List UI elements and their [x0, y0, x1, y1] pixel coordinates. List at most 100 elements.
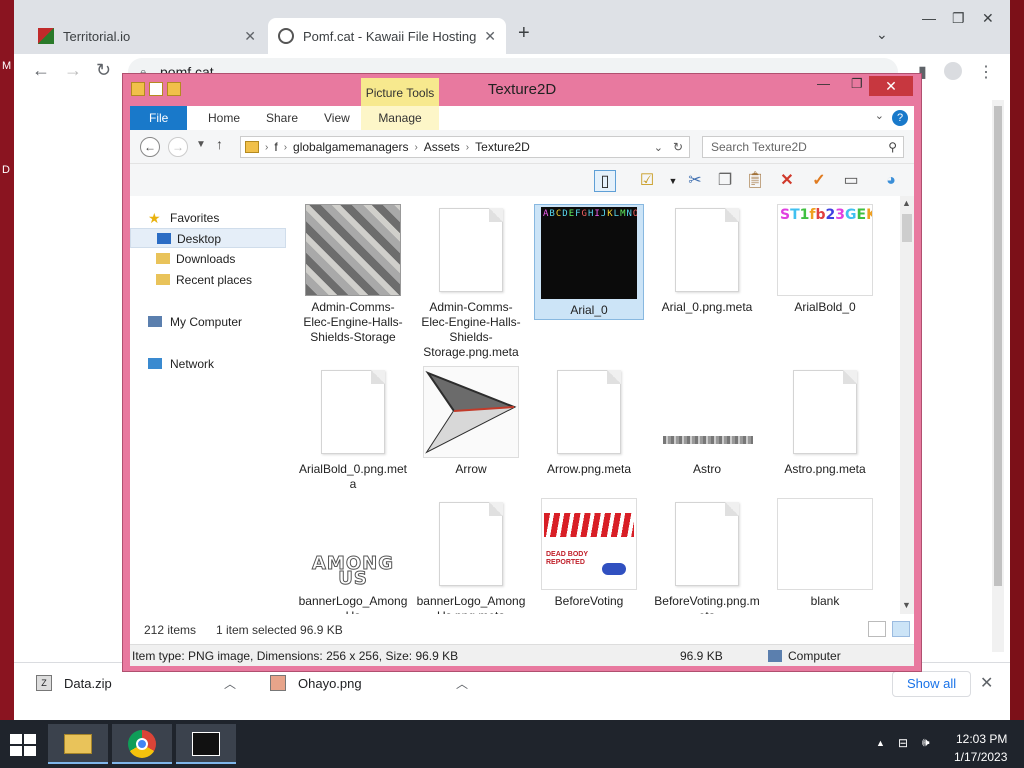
file-explorer-taskbar-button[interactable]: [48, 724, 108, 764]
tab-pomf[interactable]: Pomf.cat - Kawaii File Hosting ✕: [268, 18, 506, 54]
file-list-scrollbar[interactable]: ▲ ▼: [900, 196, 914, 614]
download-name: Data.zip: [64, 675, 112, 691]
font-atlas-thumbnail: ABCDEFGHIJKLMNOPQRSTUVWXYZabcdefghijklmn…: [541, 207, 637, 299]
reload-icon[interactable]: ↻: [96, 60, 111, 81]
details-view-icon[interactable]: [868, 621, 886, 637]
file-item[interactable]: Admin-Comms-Elec-Engine-Halls-Shields-St…: [416, 204, 526, 360]
app-taskbar-button[interactable]: [176, 724, 236, 764]
search-input[interactable]: Search Texture2D ⚲: [702, 136, 904, 158]
chrome-taskbar-button[interactable]: [112, 724, 172, 764]
close-downloads-icon[interactable]: ✕: [980, 673, 993, 693]
page-scrollbar[interactable]: [992, 100, 1004, 652]
refresh-icon[interactable]: ↻: [673, 140, 683, 154]
tab-home[interactable]: Home: [194, 106, 254, 130]
show-hidden-icons[interactable]: ▲: [876, 738, 885, 748]
close-icon[interactable]: ✕: [869, 76, 913, 96]
tab-share[interactable]: Share: [252, 106, 312, 130]
back-icon[interactable]: ←: [32, 60, 50, 81]
scroll-thumb[interactable]: [902, 214, 912, 242]
clock-time[interactable]: 12:03 PM: [956, 732, 1007, 746]
breadcrumb-item[interactable]: Texture2D: [475, 140, 530, 154]
chevron-up-icon[interactable]: ︿: [224, 675, 236, 692]
file-item[interactable]: DEAD BODY REPORTED BeforeVoting: [534, 498, 644, 609]
breadcrumb-item[interactable]: globalgamemanagers: [293, 140, 408, 154]
network-status-icon[interactable]: ⊟: [898, 736, 908, 750]
minimize-icon[interactable]: —: [817, 76, 830, 91]
new-item-icon[interactable]: ▭: [840, 170, 862, 192]
profile-avatar-icon[interactable]: [944, 62, 962, 80]
forward-icon[interactable]: →: [168, 137, 188, 157]
nav-favorites[interactable]: ★ Favorites: [130, 208, 286, 228]
forward-icon[interactable]: →: [64, 60, 82, 81]
file-item[interactable]: Astro: [652, 366, 762, 477]
file-item[interactable]: ST1fb23GEKQscnW+VXZM ArialBold_0: [770, 204, 880, 315]
tab-close-icon[interactable]: ✕: [244, 28, 256, 45]
nav-recent-places[interactable]: Recent places: [130, 270, 286, 290]
tab-search-icon[interactable]: ⌄: [876, 26, 888, 43]
file-item[interactable]: Arial_0.png.meta: [652, 204, 762, 315]
large-icons-view-icon[interactable]: [892, 621, 910, 637]
scroll-down-icon[interactable]: ▼: [902, 600, 911, 610]
minimize-icon[interactable]: —: [922, 10, 936, 26]
rename-icon[interactable]: ✓: [808, 170, 830, 192]
document-icon: [793, 370, 857, 454]
file-item[interactable]: BeforeVoting.png.meta: [652, 498, 762, 614]
properties-icon[interactable]: ☑: [636, 170, 658, 192]
show-all-button[interactable]: Show all: [892, 671, 972, 697]
chevron-down-icon[interactable]: ⌄: [654, 141, 663, 154]
address-breadcrumb[interactable]: › f › globalgamemanagers › Assets › Text…: [240, 136, 690, 158]
chevron-up-icon[interactable]: ︿: [456, 675, 468, 692]
maximize-icon[interactable]: ❐: [851, 76, 863, 92]
delete-icon[interactable]: ✕: [776, 170, 798, 192]
nav-desktop[interactable]: Desktop: [130, 228, 286, 248]
file-item[interactable]: Astro.png.meta: [770, 366, 880, 477]
file-item[interactable]: Arrow: [416, 366, 526, 477]
nav-network[interactable]: Network: [130, 354, 286, 374]
globe-icon[interactable]: ◕: [880, 170, 902, 192]
maximize-icon[interactable]: ❐: [952, 10, 965, 27]
file-item[interactable]: blank: [770, 498, 880, 609]
breadcrumb-item[interactable]: Assets: [424, 140, 460, 154]
file-item[interactable]: Arrow.png.meta: [534, 366, 644, 477]
volume-icon[interactable]: 🕪︎: [922, 735, 930, 750]
tab-file[interactable]: File: [130, 106, 188, 130]
tab-view[interactable]: View: [310, 106, 364, 130]
clock-date[interactable]: 1/17/2023: [954, 750, 1007, 764]
chevron-down-icon[interactable]: ▼: [662, 170, 684, 192]
file-item[interactable]: ArialBold_0.png.meta: [298, 366, 408, 492]
tab-strip: Territorial.io ✕ Pomf.cat - Kawaii File …: [14, 18, 1010, 54]
preview-pane-icon[interactable]: ▯: [594, 170, 616, 192]
computer-icon: [768, 650, 782, 662]
new-tab-button[interactable]: +: [518, 22, 530, 45]
tab-territorial[interactable]: Territorial.io ✕: [28, 18, 266, 54]
tab-close-icon[interactable]: ✕: [484, 28, 496, 45]
up-icon[interactable]: ↑: [216, 136, 223, 152]
ribbon-expand-icon[interactable]: ⌄: [875, 109, 884, 122]
breadcrumb-item[interactable]: f: [274, 140, 277, 154]
menu-icon[interactable]: ⋮: [978, 62, 994, 82]
paste-icon[interactable]: 📋︎: [744, 170, 766, 192]
document-icon: [675, 502, 739, 586]
copy-icon[interactable]: ❐: [714, 170, 736, 192]
file-item[interactable]: Admin-Comms-Elec-Engine-Halls-Shields-St…: [298, 204, 408, 345]
computer-icon: [148, 316, 162, 327]
file-item[interactable]: AMONG US bannerLogo_AmongUs: [298, 498, 408, 614]
file-item[interactable]: bannerLogo_AmongUs.png.meta: [416, 498, 526, 614]
back-icon[interactable]: ←: [140, 137, 160, 157]
downloads-folder-icon: [156, 253, 170, 264]
start-button[interactable]: [10, 734, 38, 756]
close-icon[interactable]: ✕: [982, 10, 994, 27]
territorial-favicon: [38, 28, 54, 44]
file-item-selected[interactable]: ABCDEFGHIJKLMNOPQRSTUVWXYZabcdefghijklmn…: [534, 204, 644, 320]
bold-font-atlas-thumbnail: ST1fb23GEKQscnW+VXZM: [777, 204, 873, 296]
scroll-up-icon[interactable]: ▲: [902, 198, 911, 208]
tab-manage[interactable]: Manage: [361, 106, 439, 130]
recent-locations-icon[interactable]: ▼: [196, 139, 206, 150]
zip-file-icon: Z: [36, 675, 52, 691]
help-icon[interactable]: ?: [892, 110, 908, 126]
nav-downloads[interactable]: Downloads: [130, 249, 286, 269]
explorer-titlebar: Picture Tools Texture2D — ❐ ✕: [123, 74, 921, 106]
document-icon: [557, 370, 621, 454]
cut-icon[interactable]: ✂: [684, 170, 706, 192]
nav-my-computer[interactable]: My Computer: [130, 312, 286, 332]
